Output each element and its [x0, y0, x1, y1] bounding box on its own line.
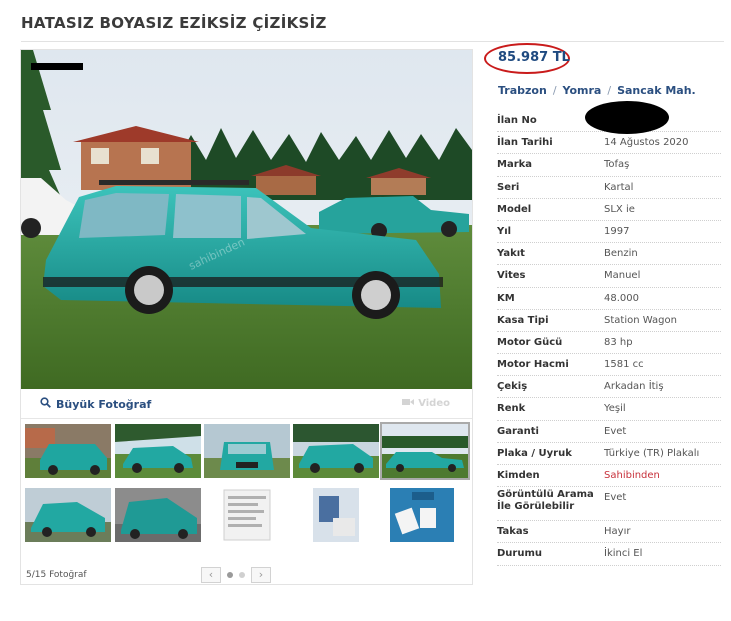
detail-row: KM 48.000 [497, 288, 721, 310]
photo-counter: 5/15 Fotoğraf [26, 570, 87, 580]
thumbnail[interactable] [204, 424, 290, 478]
detail-row: Yakıt Benzin [497, 243, 721, 266]
detail-key: Marka [497, 159, 533, 171]
detail-value: 1997 [604, 225, 630, 237]
detail-key: Durumu [497, 548, 543, 560]
detail-row: İlan Tarihi 14 Ağustos 2020 [497, 132, 721, 155]
detail-row: Motor Gücü 83 hp [497, 332, 721, 355]
thumbnail-active[interactable] [380, 422, 470, 480]
detail-key: Seri [497, 181, 520, 193]
detail-value: Benzin [604, 248, 638, 260]
thumbnail[interactable] [115, 424, 201, 478]
detail-row: Motor Hacmi 1581 cc [497, 354, 721, 377]
thumbnail[interactable] [25, 488, 111, 542]
detail-value: Tofaş [604, 159, 630, 171]
detail-row: Vites Manuel [497, 265, 721, 288]
video-link[interactable]: Video [402, 398, 450, 409]
detail-value: Kartal [604, 181, 634, 193]
detail-key: Çekiş [497, 381, 528, 393]
thumbnail[interactable] [293, 488, 379, 542]
thumbnail[interactable] [382, 488, 468, 542]
thumbnail-pager: ‹ › [201, 567, 271, 583]
thumbnail[interactable] [115, 488, 201, 542]
location-breadcrumb: Trabzon / Yomra / Sancak Mah. [498, 84, 696, 97]
detail-row: Görüntülü Arama İle Görülebilir Evet [497, 487, 721, 522]
redaction-bar [31, 63, 83, 70]
detail-key: KM [497, 292, 515, 304]
detail-row: Seri Kartal [497, 177, 721, 199]
detail-value: Evet [604, 492, 627, 504]
magnifier-icon [40, 397, 51, 411]
detail-key: Model [497, 203, 532, 215]
detail-value: Manuel [604, 270, 641, 282]
location-city[interactable]: Trabzon [498, 84, 547, 97]
detail-value: İkinci El [604, 548, 643, 560]
detail-key: Vites [497, 270, 526, 282]
detail-key: Motor Gücü [497, 336, 563, 348]
detail-key: Kasa Tipi [497, 314, 549, 326]
detail-value: 48.000 [604, 292, 639, 304]
location-district[interactable]: Yomra [563, 84, 602, 97]
pager-dot[interactable] [239, 572, 245, 578]
thumbnail[interactable] [25, 424, 111, 478]
detail-value: Station Wagon [604, 314, 677, 326]
detail-key: Plaka / Uyruk [497, 447, 572, 459]
detail-key: Motor Hacmi [497, 359, 569, 371]
prev-page-button[interactable]: ‹ [201, 567, 221, 583]
next-page-button[interactable]: › [251, 567, 271, 583]
detail-value: Yeşil [604, 403, 626, 415]
detail-key: İlan Tarihi [497, 137, 553, 149]
detail-row: Yıl 1997 [497, 221, 721, 244]
detail-value: Arkadan İtiş [604, 381, 664, 393]
detail-row: Takas Hayır [497, 521, 721, 544]
title-divider [21, 41, 724, 42]
thumbnail[interactable] [204, 488, 290, 542]
detail-row: Plaka / Uyruk Türkiye (TR) Plakalı [497, 443, 721, 465]
price: 85.987 TL [498, 50, 570, 65]
detail-value: SLX ie [604, 203, 635, 215]
big-photo-label: Büyük Fotoğraf [56, 397, 152, 411]
detail-row: Model SLX ie [497, 199, 721, 221]
seller-type-value: Sahibinden [604, 470, 660, 481]
detail-row: Renk Yeşil [497, 398, 721, 421]
detail-value: Türkiye (TR) Plakalı [604, 447, 700, 459]
detail-key: Garanti [497, 425, 539, 437]
photo-gallery: sahibinden Büyük Fotoğraf Video 5/15 Fot… [20, 49, 473, 585]
detail-value: Evet [604, 425, 627, 437]
detail-row: Marka Tofaş [497, 154, 721, 177]
detail-key: Kimden [497, 470, 540, 481]
redaction-oval [585, 101, 669, 134]
pager-dot-active[interactable] [227, 572, 233, 578]
detail-value: Hayır [604, 526, 631, 538]
detail-value: 14 Ağustos 2020 [604, 137, 689, 149]
photo-toolbar: Büyük Fotoğraf Video [21, 389, 472, 419]
listing-details: İlan No İlan Tarihi 14 Ağustos 2020 Marka… [497, 110, 721, 566]
detail-key: Renk [497, 403, 526, 415]
detail-row: Kasa Tipi Station Wagon [497, 310, 721, 332]
thumbnail[interactable] [293, 424, 379, 478]
detail-key: Yıl [497, 225, 512, 237]
detail-key: Yakıt [497, 248, 525, 260]
detail-key: Takas [497, 526, 529, 538]
detail-row: Durumu İkinci El [497, 543, 721, 566]
main-photo[interactable]: sahibinden [21, 50, 472, 389]
detail-row: Çekiş Arkadan İtiş [497, 376, 721, 399]
detail-row: Garanti Evet [497, 421, 721, 443]
detail-key: Görüntülü Arama İle Görülebilir [497, 489, 594, 513]
detail-value: 1581 cc [604, 359, 644, 371]
page-title: HATASIZ BOYASIZ EZİKSİZ ÇİZİKSİZ [21, 14, 327, 32]
detail-row: Kimden Sahibinden [497, 465, 721, 488]
big-photo-link[interactable]: Büyük Fotoğraf [40, 397, 151, 411]
location-neighborhood[interactable]: Sancak Mah. [617, 84, 696, 97]
detail-key: İlan No [497, 115, 537, 126]
video-camera-icon [402, 398, 415, 409]
video-label: Video [418, 398, 450, 409]
detail-value: 83 hp [604, 336, 633, 348]
